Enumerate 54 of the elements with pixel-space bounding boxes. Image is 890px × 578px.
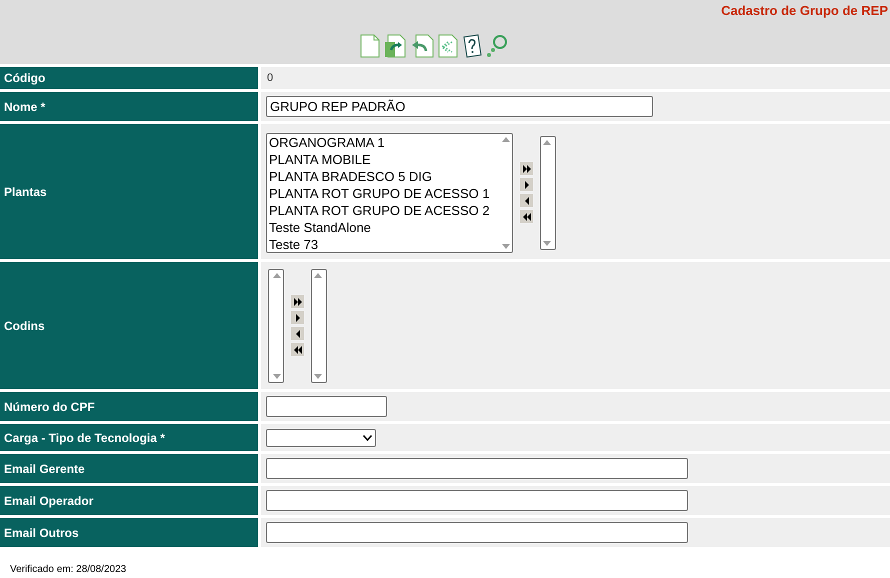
move-all-left-icon [292, 344, 304, 356]
list-option[interactable]: PLANTA MOBILE [269, 150, 500, 168]
code-value: 0 [266, 70, 274, 86]
list-option[interactable]: ORGANOGRAMA 1 [269, 134, 500, 150]
scroll-up-icon[interactable] [543, 140, 551, 144]
input-field[interactable]: GRUPO REP PADRÃO [266, 96, 653, 117]
move-all-right-icon [520, 162, 532, 174]
field-label: Email Gerente [0, 454, 258, 483]
selected-list[interactable] [540, 136, 556, 250]
list-option[interactable]: Teste StandAlone [269, 218, 500, 236]
field-label: Email Outros [0, 518, 258, 547]
input-field[interactable] [266, 522, 688, 543]
dropdown-caret-icon [363, 434, 372, 440]
undo-document-icon[interactable] [410, 34, 434, 58]
input-field[interactable] [266, 396, 387, 417]
field-label: Número do CPF [0, 392, 258, 421]
technology-dropdown[interactable] [266, 428, 376, 446]
scroll-down-icon[interactable] [314, 374, 322, 378]
field-label: Email Operador [0, 486, 258, 515]
scroll-up-icon[interactable] [502, 136, 510, 142]
scroll-up-icon[interactable] [273, 272, 281, 278]
selected-list[interactable] [311, 268, 327, 382]
move-all-left-button[interactable] [290, 342, 305, 357]
scroll-down-icon[interactable] [502, 244, 510, 248]
new-document-icon[interactable] [360, 34, 380, 58]
list-option[interactable]: PLANTA BRADESCO 5 DIG [269, 168, 500, 184]
page-title: Cadastro de Grupo de REP [721, 2, 888, 20]
list-option[interactable]: Teste 73 [269, 236, 500, 252]
move-all-right-button[interactable] [519, 161, 534, 176]
scroll-down-icon[interactable] [273, 374, 281, 378]
input-field[interactable] [266, 458, 688, 479]
move-right-button[interactable] [519, 177, 534, 192]
scroll-down-icon[interactable] [543, 240, 551, 246]
list-option[interactable]: PLANTA ROT GRUPO DE ACESSO 1 [269, 184, 500, 202]
save-document-icon[interactable] [384, 34, 406, 58]
list-option[interactable]: PLANTA ROT GRUPO DE ACESSO 2 [269, 202, 500, 218]
field-label: Plantas [0, 124, 258, 259]
field-label: Carga - Tipo de Tecnologia * [0, 424, 258, 451]
field-label: Código [0, 67, 258, 89]
available-list[interactable] [268, 268, 284, 382]
move-all-right-button[interactable] [290, 294, 305, 309]
help-icon[interactable] [462, 34, 482, 58]
field-label: Nome * [0, 92, 258, 121]
move-all-left-icon [520, 210, 532, 222]
move-left-button[interactable] [290, 326, 305, 341]
move-all-left-button[interactable] [519, 209, 534, 224]
verified-date: Verificado em: 28/08/2023 [10, 564, 126, 575]
move-left-button[interactable] [519, 193, 534, 208]
scroll-up-icon[interactable] [314, 272, 322, 278]
field-label: Codins [0, 262, 258, 389]
move-right-button[interactable] [290, 310, 305, 325]
move-all-right-icon [292, 296, 304, 308]
available-list[interactable]: ORGANOGRAMA 1 PLANTA MOBILE PLANTA BRADESCO 5 DIG PLANTA ROT GRUPO DE ACESSO 1 PLANTA ROT GRUPO DE ACESSO 2 Teste StandAlone Teste 73 [266, 132, 513, 252]
input-field[interactable] [266, 490, 688, 511]
